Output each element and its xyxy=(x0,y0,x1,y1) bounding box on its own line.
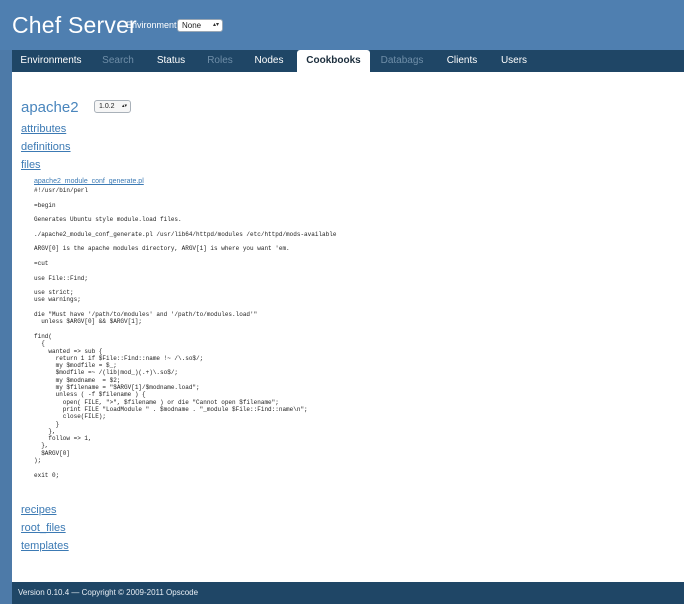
section-link-templates[interactable]: templates xyxy=(21,540,69,552)
environment-select[interactable]: None ▴▾ xyxy=(177,19,223,32)
section-link-definitions[interactable]: definitions xyxy=(21,141,71,153)
tab-search: Search xyxy=(102,55,134,66)
tab-clients[interactable]: Clients xyxy=(436,50,488,72)
bottom-margin xyxy=(0,604,684,613)
section-link-files[interactable]: files xyxy=(21,159,41,171)
tab-nodes[interactable]: Nodes xyxy=(246,50,292,72)
content-spacer xyxy=(12,569,684,582)
tab-roles: Roles xyxy=(207,55,233,66)
footer-text: Version 0.10.4 — Copyright © 2009-2011 O… xyxy=(18,588,199,597)
tab-databags: Databags xyxy=(380,55,424,66)
tab-environments[interactable]: Environments xyxy=(12,50,90,72)
section-link-attributes[interactable]: attributes xyxy=(21,123,66,135)
environment-label: Environment: xyxy=(126,20,180,30)
cookbook-version-select[interactable]: 1.0.2 ▴▾ xyxy=(94,100,131,113)
environment-select-value: None xyxy=(182,21,202,30)
main-nav: Environments Search Status Roles Nodes C… xyxy=(12,50,684,72)
file-link[interactable]: apache2_module_conf_generate.pl xyxy=(34,178,144,185)
section-link-root-files[interactable]: root_files xyxy=(21,522,66,534)
tab-cookbooks[interactable]: Cookbooks xyxy=(297,50,370,72)
footer-bar: Version 0.10.4 — Copyright © 2009-2011 O… xyxy=(12,582,684,604)
cookbook-content: apache2 1.0.2 ▴▾ attributes definitions … xyxy=(12,72,684,569)
tab-status[interactable]: Status xyxy=(148,50,194,72)
cookbook-title: apache2 xyxy=(21,99,79,116)
app-title: Chef Server xyxy=(12,12,137,38)
header-bar: Chef Server Environment: None ▴▾ xyxy=(0,0,684,50)
tab-users[interactable]: Users xyxy=(494,50,534,72)
file-content: #!/usr/bin/perl =begin Generates Ubuntu … xyxy=(34,187,337,479)
cookbook-version-value: 1.0.2 xyxy=(99,103,115,110)
select-arrows-icon: ▴▾ xyxy=(212,22,219,28)
select-arrows-icon: ▴▾ xyxy=(121,103,127,109)
section-link-recipes[interactable]: recipes xyxy=(21,504,56,516)
